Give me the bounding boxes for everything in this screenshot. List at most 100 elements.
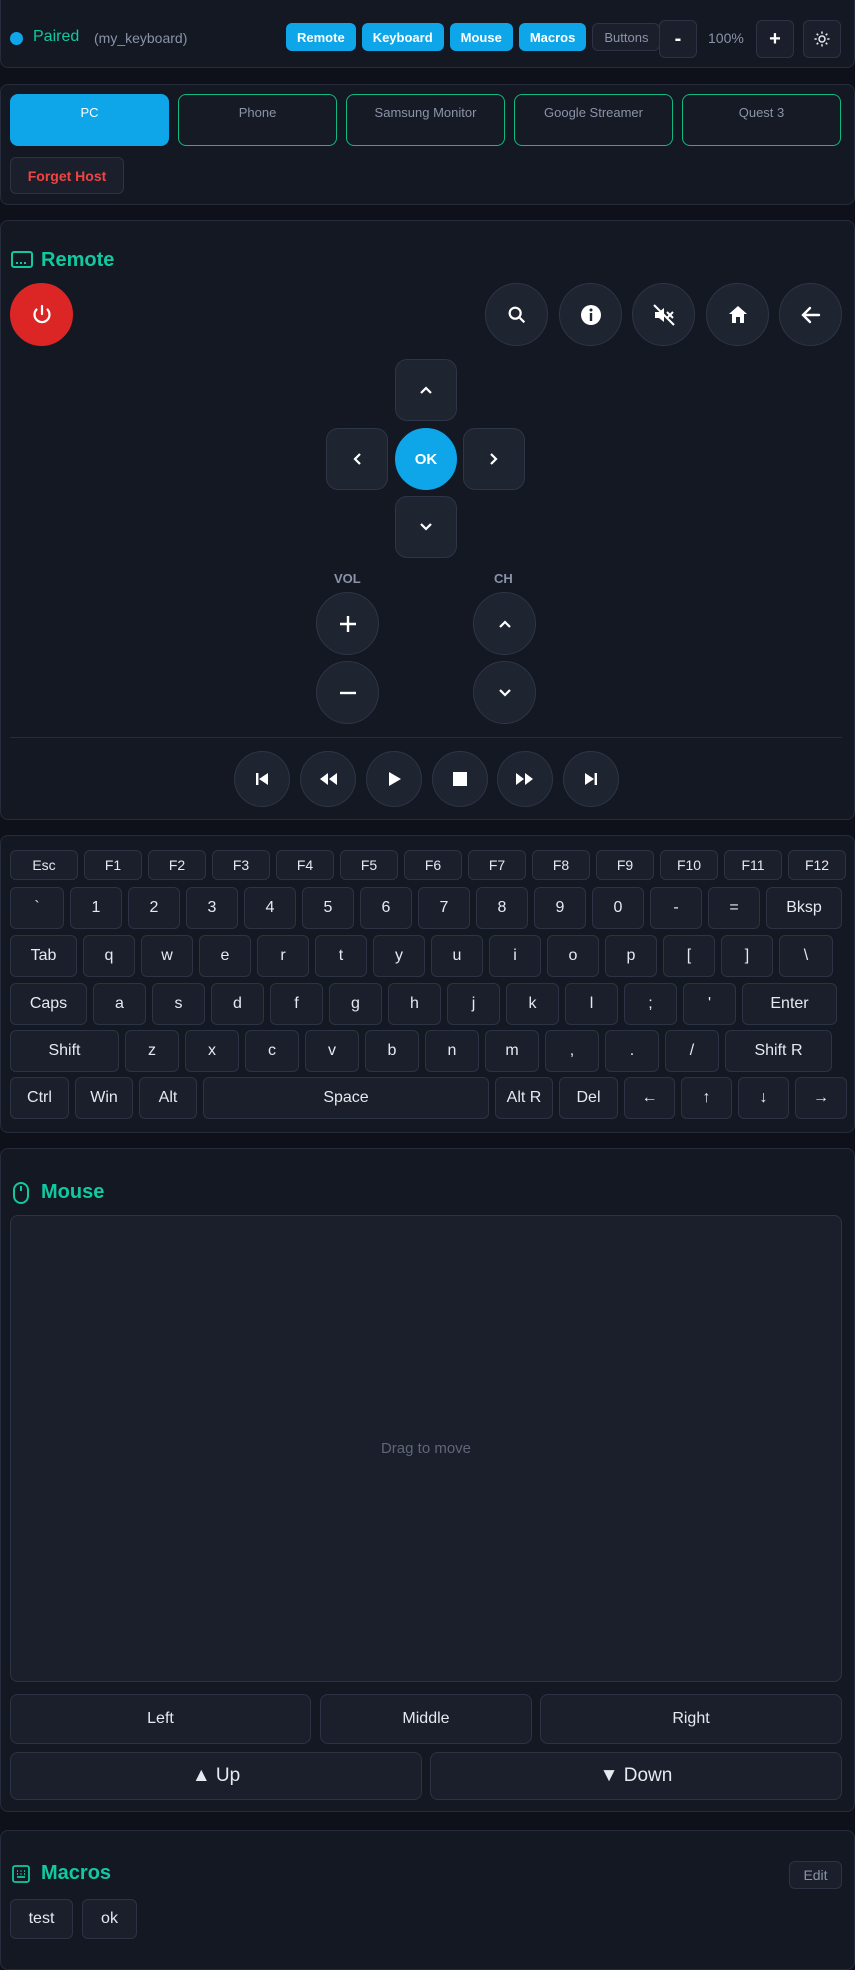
key-7[interactable]: 7: [418, 887, 470, 929]
dpad-left-button[interactable]: [326, 428, 388, 490]
host-phone[interactable]: Phone: [178, 94, 337, 146]
fast-forward-button[interactable]: [497, 751, 553, 807]
key-b[interactable]: b: [365, 1030, 419, 1072]
key-f12[interactable]: F12: [788, 850, 846, 880]
tab-remote[interactable]: Remote: [286, 23, 356, 51]
key-f[interactable]: f: [270, 983, 323, 1025]
key-quote[interactable]: ': [683, 983, 736, 1025]
edit-macros-button[interactable]: Edit: [789, 1861, 842, 1889]
key-x[interactable]: x: [185, 1030, 239, 1072]
key-f10[interactable]: F10: [660, 850, 718, 880]
key-m[interactable]: m: [485, 1030, 539, 1072]
zoom-in-button[interactable]: +: [756, 20, 794, 58]
key-f9[interactable]: F9: [596, 850, 654, 880]
info-button[interactable]: [559, 283, 622, 346]
key-6[interactable]: 6: [360, 887, 412, 929]
key-right-arrow[interactable]: →: [795, 1077, 847, 1119]
key-f1[interactable]: F1: [84, 850, 142, 880]
host-pc[interactable]: PC: [10, 94, 169, 146]
key-f6[interactable]: F6: [404, 850, 462, 880]
previous-button[interactable]: [234, 751, 290, 807]
left-click-button[interactable]: Left: [10, 1694, 311, 1744]
key-f7[interactable]: F7: [468, 850, 526, 880]
rewind-button[interactable]: [300, 751, 356, 807]
key-down-arrow[interactable]: ↓: [738, 1077, 789, 1119]
key-left-bracket[interactable]: [: [663, 935, 715, 977]
key-alt-r[interactable]: Alt R: [495, 1077, 553, 1119]
mute-button[interactable]: [632, 283, 695, 346]
key-l[interactable]: l: [565, 983, 618, 1025]
key-shift[interactable]: Shift: [10, 1030, 119, 1072]
key-5[interactable]: 5: [302, 887, 354, 929]
key-f4[interactable]: F4: [276, 850, 334, 880]
key-j[interactable]: j: [447, 983, 500, 1025]
key-caps[interactable]: Caps: [10, 983, 87, 1025]
key-bksp[interactable]: Bksp: [766, 887, 842, 929]
key-period[interactable]: .: [605, 1030, 659, 1072]
key-shift-r[interactable]: Shift R: [725, 1030, 832, 1072]
key-del[interactable]: Del: [559, 1077, 618, 1119]
dpad-right-button[interactable]: [463, 428, 525, 490]
key-1[interactable]: 1: [70, 887, 122, 929]
key-enter[interactable]: Enter: [742, 983, 837, 1025]
key-r[interactable]: r: [257, 935, 309, 977]
dpad-up-button[interactable]: [395, 359, 457, 421]
key-q[interactable]: q: [83, 935, 135, 977]
key-o[interactable]: o: [547, 935, 599, 977]
touchpad[interactable]: Drag to move: [10, 1215, 842, 1682]
scroll-down-button[interactable]: ▼ Down: [430, 1752, 842, 1800]
key-minus[interactable]: -: [650, 887, 702, 929]
key-space[interactable]: Space: [203, 1077, 489, 1119]
key-g[interactable]: g: [329, 983, 382, 1025]
key-y[interactable]: y: [373, 935, 425, 977]
key-slash[interactable]: /: [665, 1030, 719, 1072]
power-button[interactable]: [10, 283, 73, 346]
channel-up-button[interactable]: [473, 592, 536, 655]
key-i[interactable]: i: [489, 935, 541, 977]
macro-test-button[interactable]: test: [10, 1899, 73, 1939]
key-backtick[interactable]: `: [10, 887, 64, 929]
key-4[interactable]: 4: [244, 887, 296, 929]
key-right-bracket[interactable]: ]: [721, 935, 773, 977]
key-k[interactable]: k: [506, 983, 559, 1025]
key-t[interactable]: t: [315, 935, 367, 977]
key-comma[interactable]: ,: [545, 1030, 599, 1072]
key-win[interactable]: Win: [75, 1077, 133, 1119]
key-f11[interactable]: F11: [724, 850, 782, 880]
volume-up-button[interactable]: [316, 592, 379, 655]
middle-click-button[interactable]: Middle: [320, 1694, 532, 1744]
key-w[interactable]: w: [141, 935, 193, 977]
key-alt[interactable]: Alt: [139, 1077, 197, 1119]
host-quest-3[interactable]: Quest 3: [682, 94, 841, 146]
macro-ok-button[interactable]: ok: [82, 1899, 137, 1939]
key-v[interactable]: v: [305, 1030, 359, 1072]
host-google-streamer[interactable]: Google Streamer: [514, 94, 673, 146]
key-backslash[interactable]: \: [779, 935, 833, 977]
key-d[interactable]: d: [211, 983, 264, 1025]
forget-host-button[interactable]: Forget Host: [10, 157, 124, 194]
key-up-arrow[interactable]: ↑: [681, 1077, 732, 1119]
key-e[interactable]: e: [199, 935, 251, 977]
zoom-out-button[interactable]: -: [659, 20, 697, 58]
dpad-down-button[interactable]: [395, 496, 457, 558]
tab-buttons[interactable]: Buttons: [592, 23, 661, 51]
theme-toggle-button[interactable]: [803, 20, 841, 58]
key-left-arrow[interactable]: ←: [624, 1077, 675, 1119]
key-s[interactable]: s: [152, 983, 205, 1025]
tab-mouse[interactable]: Mouse: [449, 23, 513, 51]
key-f2[interactable]: F2: [148, 850, 206, 880]
key-equals[interactable]: =: [708, 887, 760, 929]
back-button[interactable]: [779, 283, 842, 346]
ok-button[interactable]: OK: [395, 428, 457, 490]
key-tab[interactable]: Tab: [10, 935, 77, 977]
home-button[interactable]: [706, 283, 769, 346]
key-u[interactable]: u: [431, 935, 483, 977]
channel-down-button[interactable]: [473, 661, 536, 724]
key-ctrl[interactable]: Ctrl: [10, 1077, 69, 1119]
key-8[interactable]: 8: [476, 887, 528, 929]
key-semicolon[interactable]: ;: [624, 983, 677, 1025]
host-samsung-monitor[interactable]: Samsung Monitor: [346, 94, 505, 146]
key-9[interactable]: 9: [534, 887, 586, 929]
key-z[interactable]: z: [125, 1030, 179, 1072]
key-esc[interactable]: Esc: [10, 850, 78, 880]
